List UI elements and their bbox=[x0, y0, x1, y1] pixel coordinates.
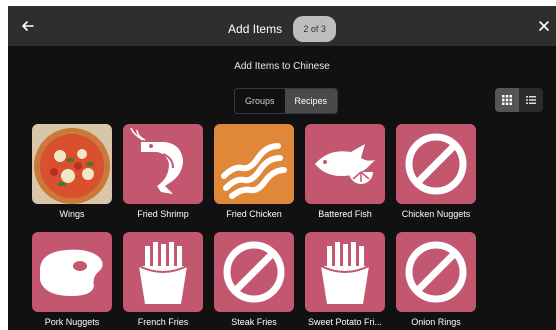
subtitle: Add Items to Chinese bbox=[234, 61, 330, 72]
item-label: French Fries bbox=[137, 317, 189, 327]
item-tile-steak-fries[interactable]: Steak Fries bbox=[214, 232, 294, 327]
tab-recipes[interactable]: Recipes bbox=[284, 89, 338, 113]
item-label: Steak Fries bbox=[231, 317, 277, 327]
item-tile-pork-nuggets[interactable]: Pork Nuggets bbox=[32, 232, 112, 327]
page-title: Add Items bbox=[228, 22, 283, 36]
item-label: Sweet Potato Fri... bbox=[307, 317, 383, 327]
item-tile-chicken-nuggets[interactable]: Chicken Nuggets bbox=[396, 124, 476, 219]
item-label: Battered Fish bbox=[318, 209, 372, 219]
item-tile-french-fries[interactable]: French Fries bbox=[123, 232, 203, 327]
item-label: Pork Nuggets bbox=[44, 317, 100, 327]
no-image-icon bbox=[214, 232, 294, 312]
app-window: Add Items 2 of 3 Add Items to Chinese Gr… bbox=[8, 6, 556, 330]
fries-icon bbox=[123, 232, 203, 312]
item-tile-fried-chicken[interactable]: Fried Chicken bbox=[214, 124, 294, 219]
bacon-icon bbox=[214, 124, 294, 204]
list-view-icon[interactable] bbox=[519, 88, 543, 112]
pizza-photo bbox=[32, 124, 112, 204]
item-tile-sweet-potato-fries[interactable]: Sweet Potato Fri... bbox=[305, 232, 385, 327]
view-toggle bbox=[495, 88, 543, 112]
item-tile-wings[interactable]: Wings bbox=[32, 124, 112, 219]
close-icon[interactable] bbox=[534, 16, 554, 36]
item-label: Chicken Nuggets bbox=[401, 209, 471, 219]
no-image-icon bbox=[396, 232, 476, 312]
fries-icon bbox=[305, 232, 385, 312]
item-label: Fried Shrimp bbox=[137, 209, 189, 219]
title-group: Add Items 2 of 3 bbox=[8, 16, 556, 42]
grid-view-icon[interactable] bbox=[495, 88, 519, 112]
header-bar: Add Items 2 of 3 bbox=[8, 6, 556, 46]
tab-groups[interactable]: Groups bbox=[235, 89, 285, 113]
no-image-icon bbox=[396, 124, 476, 204]
item-label: Fried Chicken bbox=[226, 209, 282, 219]
item-label: Wings bbox=[59, 209, 85, 219]
mode-segmented-control: Groups Recipes bbox=[234, 88, 339, 114]
steak-icon bbox=[32, 232, 112, 312]
fish-lemon-icon bbox=[305, 124, 385, 204]
item-tile-onion-rings[interactable]: Onion Rings bbox=[396, 232, 476, 327]
step-badge: 2 of 3 bbox=[293, 16, 336, 42]
shrimp-icon bbox=[123, 124, 203, 204]
item-tile-fried-shrimp[interactable]: Fried Shrimp bbox=[123, 124, 203, 219]
item-label: Onion Rings bbox=[411, 317, 461, 327]
item-tile-battered-fish[interactable]: Battered Fish bbox=[305, 124, 385, 219]
